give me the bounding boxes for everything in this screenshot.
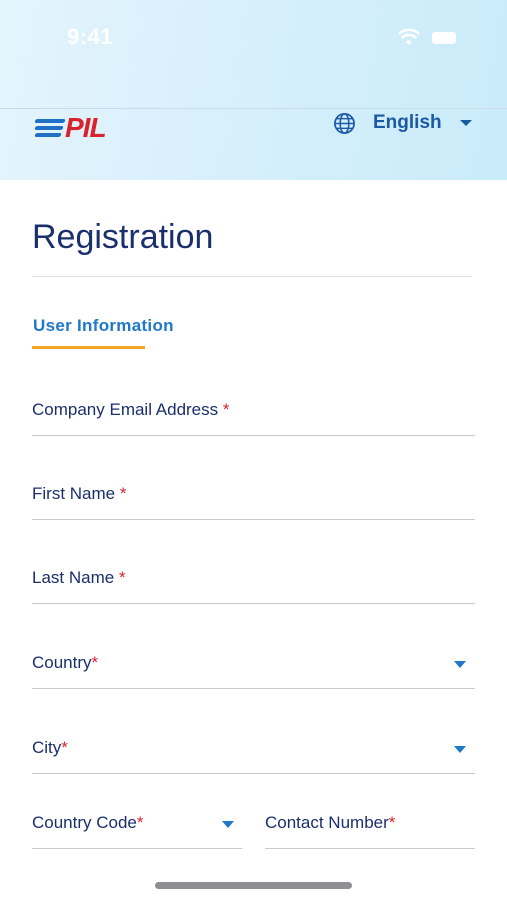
required-mark: * bbox=[119, 484, 127, 503]
field-underline bbox=[32, 435, 475, 436]
required-mark: * bbox=[222, 400, 230, 419]
field-underline bbox=[32, 603, 475, 604]
last-name-field[interactable]: Last Name * bbox=[32, 556, 475, 604]
required-mark: * bbox=[61, 738, 68, 757]
field-underline bbox=[32, 848, 242, 849]
field-underline bbox=[32, 773, 475, 774]
home-indicator[interactable] bbox=[155, 882, 352, 889]
required-mark: * bbox=[388, 813, 396, 832]
title-divider bbox=[32, 276, 472, 277]
field-underline bbox=[265, 848, 475, 849]
wifi-icon bbox=[398, 28, 420, 45]
caret-down-icon bbox=[222, 821, 234, 828]
company-email-label: Company Email Address * bbox=[32, 400, 230, 419]
header-divider bbox=[0, 108, 507, 109]
field-underline bbox=[32, 688, 475, 689]
city-label: City* bbox=[32, 738, 68, 757]
country-label: Country* bbox=[32, 653, 99, 672]
caret-down-icon bbox=[454, 746, 466, 753]
page-title: Registration bbox=[32, 218, 214, 256]
last-name-label: Last Name * bbox=[32, 568, 126, 587]
first-name-label: First Name * bbox=[32, 484, 127, 503]
logo-stripes-icon bbox=[34, 116, 67, 140]
first-name-field[interactable]: First Name * bbox=[32, 472, 475, 520]
language-label: English bbox=[373, 112, 442, 133]
country-code-select[interactable]: Country Code* bbox=[32, 801, 242, 849]
city-select[interactable]: City* bbox=[32, 726, 475, 774]
required-mark: * bbox=[136, 813, 144, 832]
required-mark: * bbox=[118, 568, 126, 587]
globe-icon bbox=[334, 112, 355, 134]
caret-down-icon bbox=[454, 661, 466, 668]
country-code-label: Country Code* bbox=[32, 813, 144, 832]
company-email-field[interactable]: Company Email Address * bbox=[32, 388, 475, 436]
country-select[interactable]: Country* bbox=[32, 641, 475, 689]
caret-down-icon bbox=[459, 120, 472, 126]
language-selector[interactable]: English bbox=[333, 110, 472, 136]
contact-number-label: Contact Number* bbox=[265, 813, 396, 832]
active-tab-indicator bbox=[32, 346, 145, 349]
field-underline bbox=[32, 519, 475, 520]
contact-number-field[interactable]: Contact Number* bbox=[265, 801, 475, 849]
battery-icon bbox=[432, 32, 456, 44]
pil-logo: PIL bbox=[34, 112, 107, 143]
status-time: 9:41 bbox=[67, 24, 114, 49]
logo-text: PIL bbox=[65, 112, 107, 143]
tab-user-information[interactable]: User Information bbox=[33, 316, 174, 336]
required-mark: * bbox=[91, 653, 99, 672]
